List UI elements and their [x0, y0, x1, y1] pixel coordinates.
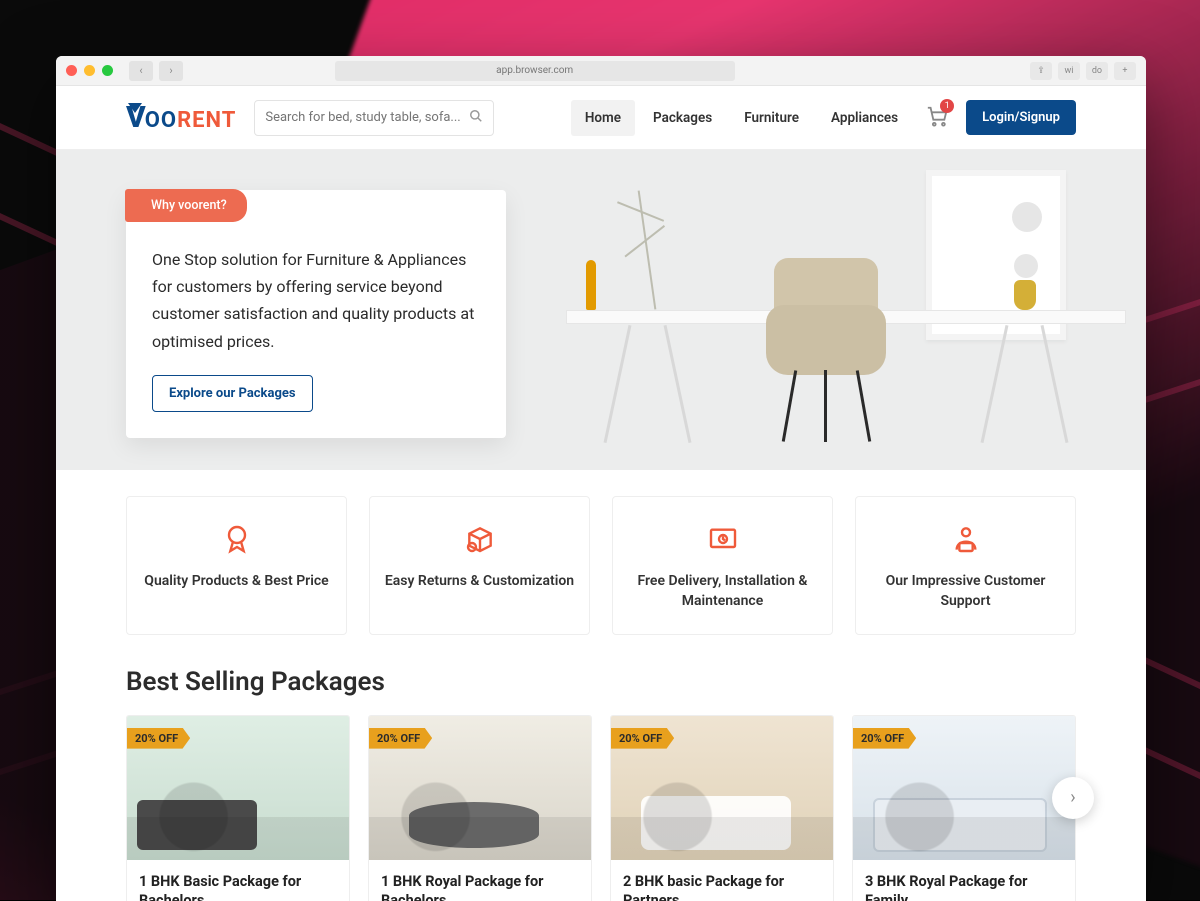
package-image: 20% OFF — [853, 716, 1075, 860]
package-title: 1 BHK Basic Package for Bachelors — [127, 860, 349, 901]
package-card[interactable]: 20% OFF 2 BHK basic Package for Partners — [610, 715, 834, 901]
main-nav: Home Packages Furniture Appliances 1 Log… — [571, 100, 1076, 136]
cart-button[interactable]: 1 — [926, 105, 948, 131]
package-card[interactable]: 20% OFF 1 BHK Basic Package for Bachelor… — [126, 715, 350, 901]
site-header: V OO RENT Home Packages Furniture Applia… — [56, 86, 1146, 150]
login-signup-button[interactable]: Login/Signup — [966, 100, 1076, 135]
delivery-icon — [625, 523, 820, 557]
hero-section: Why voorent? One Stop solution for Furni… — [56, 150, 1146, 470]
package-card[interactable]: 20% OFF 1 BHK Royal Package for Bachelor… — [368, 715, 592, 901]
package-title: 3 BHK Royal Package for Family — [853, 860, 1075, 901]
discount-badge: 20% OFF — [611, 728, 674, 749]
feature-quality: Quality Products & Best Price — [126, 496, 347, 635]
cart-badge: 1 — [940, 99, 954, 113]
logo-letters-rent: RENT — [177, 108, 236, 133]
feature-tiles: Quality Products & Best Price Easy Retur… — [56, 470, 1146, 661]
discount-badge: 20% OFF — [369, 728, 432, 749]
search-icon[interactable] — [469, 109, 483, 127]
feature-delivery: Free Delivery, Installation & Maintenanc… — [612, 496, 833, 635]
hero-tag: Why voorent? — [125, 189, 247, 222]
browser-chrome: ‹ › app.browser.com ⇪ wi do + — [56, 56, 1146, 86]
back-button[interactable]: ‹ — [129, 61, 153, 81]
feature-label: Quality Products & Best Price — [139, 571, 334, 591]
package-image: 20% OFF — [611, 716, 833, 860]
window-close-dot[interactable] — [66, 65, 77, 76]
package-card[interactable]: 20% OFF 3 BHK Royal Package for Family — [852, 715, 1076, 901]
best-selling-heading: Best Selling Packages — [126, 667, 1076, 697]
badge-icon — [139, 523, 334, 557]
nav-furniture[interactable]: Furniture — [730, 100, 813, 136]
hero-card: Why voorent? One Stop solution for Furni… — [126, 190, 506, 438]
brand-logo[interactable]: V OO RENT — [126, 100, 236, 135]
search-input[interactable] — [265, 110, 469, 125]
share-button[interactable]: ⇪ — [1030, 62, 1052, 80]
search-box[interactable] — [254, 100, 494, 136]
feature-support: Our Impressive Customer Support — [855, 496, 1076, 635]
logo-letters-oo: OO — [145, 108, 177, 133]
discount-badge: 20% OFF — [853, 728, 916, 749]
support-icon — [868, 523, 1063, 557]
browser-window: ‹ › app.browser.com ⇪ wi do + V OO RENT — [56, 56, 1146, 901]
address-bar[interactable]: app.browser.com — [335, 61, 735, 81]
chrome-btn-1[interactable]: wi — [1058, 62, 1080, 80]
package-image: 20% OFF — [369, 716, 591, 860]
feature-label: Easy Returns & Customization — [382, 571, 577, 591]
forward-button[interactable]: › — [159, 61, 183, 81]
nav-packages[interactable]: Packages — [639, 100, 726, 136]
hero-body: One Stop solution for Furniture & Applia… — [152, 246, 480, 355]
feature-label: Our Impressive Customer Support — [868, 571, 1063, 612]
chrome-btn-2[interactable]: do — [1086, 62, 1108, 80]
package-title: 1 BHK Royal Package for Bachelors — [369, 860, 591, 901]
feature-returns: Easy Returns & Customization — [369, 496, 590, 635]
window-zoom-dot[interactable] — [102, 65, 113, 76]
package-image: 20% OFF — [127, 716, 349, 860]
new-tab-button[interactable]: + — [1114, 62, 1136, 80]
window-minimize-dot[interactable] — [84, 65, 95, 76]
box-return-icon — [382, 523, 577, 557]
discount-badge: 20% OFF — [127, 728, 190, 749]
best-selling-section: Best Selling Packages 20% OFF 1 BHK Basi… — [56, 661, 1146, 901]
carousel-next-button[interactable]: › — [1052, 777, 1094, 819]
logo-letter-v: V — [126, 100, 145, 135]
explore-packages-button[interactable]: Explore our Packages — [152, 375, 313, 412]
nav-home[interactable]: Home — [571, 100, 635, 136]
hero-illustration — [526, 150, 1146, 470]
package-carousel: 20% OFF 1 BHK Basic Package for Bachelor… — [126, 715, 1076, 901]
package-title: 2 BHK basic Package for Partners — [611, 860, 833, 901]
feature-label: Free Delivery, Installation & Maintenanc… — [625, 571, 820, 612]
nav-appliances[interactable]: Appliances — [817, 100, 912, 136]
